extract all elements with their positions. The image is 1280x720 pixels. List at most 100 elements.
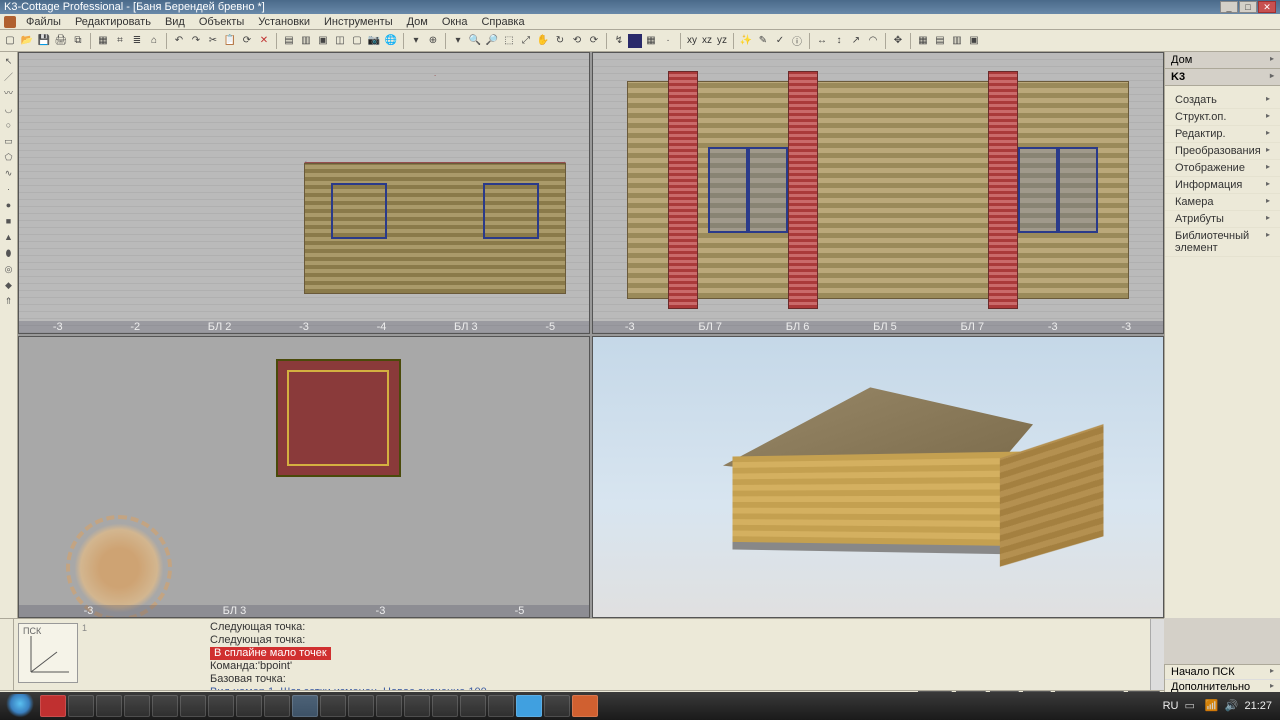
side-item-struct[interactable]: Структ.оп.▸ <box>1165 109 1280 126</box>
cube-icon[interactable]: ■ <box>2 214 16 228</box>
side-bottom-origin[interactable]: Начало ПСК▸ <box>1165 665 1280 680</box>
menu-objects[interactable]: Объекты <box>193 15 250 29</box>
menu-tools[interactable]: Инструменты <box>318 15 399 29</box>
extrude-icon[interactable]: ⇑ <box>2 294 16 308</box>
fill-icon[interactable] <box>628 34 642 48</box>
window-split-icon[interactable]: ◫ <box>332 33 348 49</box>
undo-icon[interactable]: ↶ <box>171 33 187 49</box>
side-header-dom[interactable]: Дом▸ <box>1165 52 1280 69</box>
cut-icon[interactable]: ✂ <box>205 33 221 49</box>
minimize-button[interactable]: _ <box>1220 1 1238 13</box>
taskbar-item[interactable] <box>124 695 150 717</box>
side-item-transform[interactable]: Преобразования▸ <box>1165 143 1280 160</box>
rect-icon[interactable]: ▭ <box>2 134 16 148</box>
xz-button[interactable]: xz <box>700 35 714 46</box>
info-icon[interactable]: ⓘ <box>789 33 805 49</box>
view-dropdown-icon[interactable]: ▾ <box>450 33 466 49</box>
menu-house[interactable]: Дом <box>401 15 434 29</box>
taskbar-item[interactable] <box>96 695 122 717</box>
layer-icon[interactable]: ≣ <box>129 33 145 49</box>
menu-view[interactable]: Вид <box>159 15 191 29</box>
dim-v-icon[interactable]: ↕ <box>831 33 847 49</box>
point-icon[interactable]: · <box>2 182 16 196</box>
window-cascade-icon[interactable]: ▥ <box>298 33 314 49</box>
window-single-icon[interactable]: ▣ <box>315 33 331 49</box>
grid-icon[interactable]: ▦ <box>95 33 111 49</box>
taskbar-item[interactable] <box>572 695 598 717</box>
side-item-display[interactable]: Отображение▸ <box>1165 160 1280 177</box>
side-item-edit[interactable]: Редактир.▸ <box>1165 126 1280 143</box>
polygon-icon[interactable]: ⬠ <box>2 150 16 164</box>
pan-icon[interactable]: ✋ <box>535 33 551 49</box>
close-button[interactable]: ✕ <box>1258 1 1276 13</box>
select-dropdown-icon[interactable]: ▾ <box>408 33 424 49</box>
arc-icon[interactable]: ◡ <box>2 102 16 116</box>
side-item-create[interactable]: Создать▸ <box>1165 92 1280 109</box>
viewport-front[interactable]: -3-2 БЛ 2-3 -4БЛ 3 -5 <box>18 52 590 334</box>
target-icon[interactable]: ⊕ <box>425 33 441 49</box>
dim-a-icon[interactable]: ↗ <box>848 33 864 49</box>
pencil-icon[interactable]: ✎ <box>755 33 771 49</box>
taskbar-item[interactable] <box>376 695 402 717</box>
refresh-icon[interactable]: ⟳ <box>239 33 255 49</box>
cone-icon[interactable]: ▲ <box>2 230 16 244</box>
open-icon[interactable]: 📂 <box>19 33 35 49</box>
system-tray[interactable]: RU ▭ 📶 🔊 21:27 <box>1163 699 1278 713</box>
check-icon[interactable]: ✓ <box>772 33 788 49</box>
taskbar-item[interactable] <box>544 695 570 717</box>
taskbar-item[interactable] <box>264 695 290 717</box>
taskbar-item[interactable] <box>208 695 234 717</box>
orbit-icon[interactable]: ↻ <box>552 33 568 49</box>
pointer-icon[interactable]: ↖ <box>2 54 16 68</box>
rotate-icon[interactable]: ⟲ <box>569 33 585 49</box>
delete-icon[interactable]: ✕ <box>256 33 272 49</box>
taskbar-item[interactable] <box>152 695 178 717</box>
taskbar-item[interactable] <box>432 695 458 717</box>
menu-settings[interactable]: Установки <box>252 15 316 29</box>
box-icon[interactable]: ▢ <box>349 33 365 49</box>
side-item-attrs[interactable]: Атрибуты▸ <box>1165 211 1280 228</box>
taskbar-item[interactable] <box>516 695 542 717</box>
viewport-perspective[interactable] <box>592 336 1164 618</box>
taskbar-item[interactable] <box>488 695 514 717</box>
paste-icon[interactable]: 📋 <box>222 33 238 49</box>
wire-icon[interactable]: ▦ <box>643 33 659 49</box>
tray-network-icon[interactable]: 📶 <box>1204 699 1218 713</box>
sphere-icon[interactable]: ● <box>2 198 16 212</box>
grid4-icon[interactable]: ▣ <box>966 33 982 49</box>
line-icon[interactable]: ／ <box>2 70 16 84</box>
maximize-button[interactable]: □ <box>1239 1 1257 13</box>
move-icon[interactable]: ✥ <box>890 33 906 49</box>
window-tile-icon[interactable]: ▤ <box>281 33 297 49</box>
grid1-icon[interactable]: ▦ <box>915 33 931 49</box>
console-scrollbar[interactable] <box>1150 619 1164 690</box>
menu-help[interactable]: Справка <box>475 15 530 29</box>
circle-icon[interactable]: ○ <box>2 118 16 132</box>
home-icon[interactable]: ⌂ <box>146 33 162 49</box>
rotate2-icon[interactable]: ⟳ <box>586 33 602 49</box>
side-item-camera[interactable]: Камера▸ <box>1165 194 1280 211</box>
menu-files[interactable]: Файлы <box>20 15 67 29</box>
save-icon[interactable]: 💾 <box>36 33 52 49</box>
polyline-icon[interactable]: 〰 <box>2 86 16 100</box>
axis-icon[interactable]: ↯ <box>611 33 627 49</box>
grid2-icon[interactable]: ▤ <box>932 33 948 49</box>
spline-icon[interactable]: ∿ <box>2 166 16 180</box>
taskbar-item[interactable] <box>292 695 318 717</box>
camera-icon[interactable]: 📷 <box>366 33 382 49</box>
tray-volume-icon[interactable]: 🔊 <box>1224 699 1238 713</box>
wand-icon[interactable]: ✨ <box>738 33 754 49</box>
side-header-k3[interactable]: K3▸ <box>1165 69 1280 86</box>
zoom-out-icon[interactable]: 🔎 <box>484 33 500 49</box>
dim-r-icon[interactable]: ◠ <box>865 33 881 49</box>
viewport-top[interactable]: -3БЛ 3 -3-5 <box>18 336 590 618</box>
yz-button[interactable]: yz <box>715 35 729 46</box>
copy-icon[interactable]: ⧉ <box>70 33 86 49</box>
tray-lang[interactable]: RU <box>1163 700 1179 712</box>
side-item-library[interactable]: Библиотечный элемент▸ <box>1165 228 1280 257</box>
taskbar-item[interactable] <box>404 695 430 717</box>
side-item-info[interactable]: Информация▸ <box>1165 177 1280 194</box>
taskbar-item[interactable] <box>320 695 346 717</box>
snap-icon[interactable]: ⌗ <box>112 33 128 49</box>
taskbar-item[interactable] <box>236 695 262 717</box>
